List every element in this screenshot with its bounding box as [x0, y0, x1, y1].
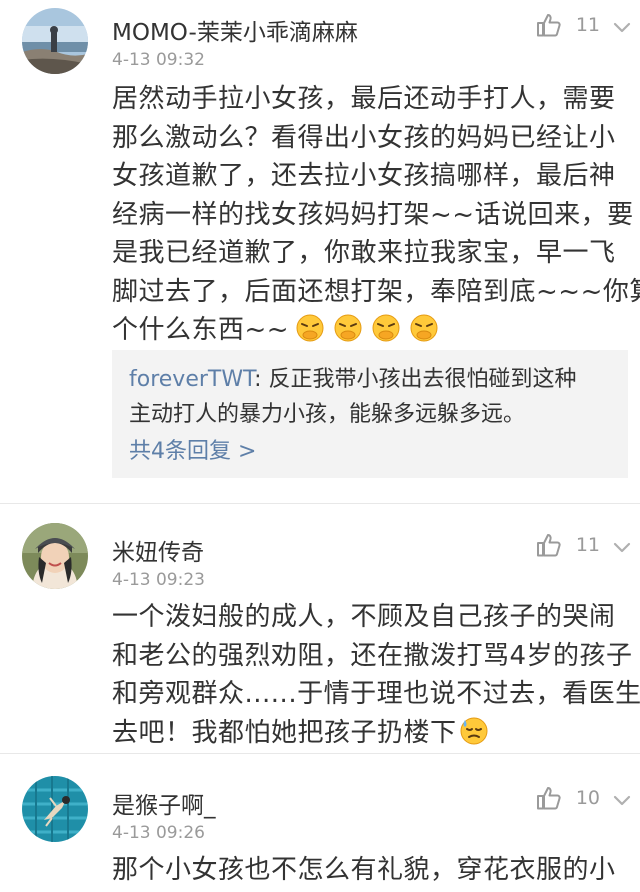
- comment-line: 和老公的强烈劝阻，还在撒泼打骂4岁的孩子: [112, 640, 633, 671]
- comment-line: 是我已经道歉了，你敢来拉我家宝，早一飞: [112, 238, 616, 268]
- reply-text: foreverTWT: 反正我带小孩出去很怕碰到这种 主动打人的暴力小孩，能躲多…: [129, 362, 577, 432]
- comment-line: 个什么东西~~: [112, 315, 290, 345]
- chevron-down-icon[interactable]: [612, 540, 632, 554]
- avatar[interactable]: [22, 523, 88, 589]
- timestamp: 4-13 09:23: [112, 570, 205, 590]
- thumbs-up-icon: [536, 785, 562, 811]
- comment-line-with-emoji: 去吧！我都怕她把孩子扔楼下: [112, 714, 624, 753]
- timestamp: 4-13 09:32: [112, 50, 205, 70]
- comment-line: 脚过去了，后面还想打架，奉陪到底~~~你算: [112, 276, 640, 307]
- comment-line: 经病一样的找女孩妈妈打架~~话说回来，要: [112, 199, 634, 230]
- comment-item: 米妞传奇 4-13 09:23 11 一个泼妇般的成人，不顾及自己孩子的哭闹 和…: [0, 504, 640, 754]
- comment-line: 居然动手拉小女孩，最后还动手打人，需要: [112, 84, 616, 114]
- avatar[interactable]: [22, 8, 88, 74]
- reply-username[interactable]: foreverTWT: [129, 367, 254, 392]
- like-count: 11: [575, 14, 600, 36]
- reply-line: foreverTWT: 反正我带小孩出去很怕碰到这种: [129, 362, 577, 397]
- comment-text: 一个泼妇般的成人，不顾及自己孩子的哭闹 和老公的强烈劝阻，还在撒泼打骂4岁的孩子…: [112, 598, 640, 753]
- comment-text: 那个小女孩也不怎么有礼貌，穿花衣服的小: [112, 851, 624, 890]
- angry-covering-mouth-emoji: [333, 313, 363, 343]
- chevron-down-icon[interactable]: [612, 20, 632, 34]
- username[interactable]: MOMO-茉茉小乖滴麻麻: [112, 13, 358, 47]
- angry-covering-mouth-emoji: [371, 313, 401, 343]
- like-button[interactable]: 10: [536, 785, 600, 811]
- comment-text: 居然动手拉小女孩，最后还动手打人，需要 那么激动么？看得出小女孩的妈妈已经让小 …: [112, 80, 640, 350]
- avatar[interactable]: [22, 776, 88, 842]
- username[interactable]: 米妞传奇: [112, 533, 204, 567]
- angry-covering-mouth-emoji: [409, 313, 439, 343]
- view-replies-link[interactable]: 共4条回复 >: [129, 433, 256, 465]
- like-count: 11: [575, 534, 600, 556]
- comment-item: MOMO-茉茉小乖滴麻麻 4-13 09:32 11 居然动手拉小女孩，最后还动…: [0, 0, 640, 504]
- chevron-down-icon[interactable]: [612, 793, 632, 807]
- angry-covering-mouth-emoji: [295, 313, 325, 343]
- comment-line: 那个小女孩也不怎么有礼貌，穿花衣服的小: [112, 855, 616, 885]
- timestamp: 4-13 09:26: [112, 823, 205, 843]
- reply-content: 主动打人的暴力小孩，能躲多远躲多远。: [129, 402, 526, 427]
- comment-line-with-emoji: 个什么东西~~: [112, 311, 624, 350]
- username[interactable]: 是猴子啊_: [112, 786, 216, 820]
- comment-line: 那么激动么？看得出小女孩的妈妈已经让小: [112, 122, 616, 153]
- reply-preview[interactable]: foreverTWT: 反正我带小孩出去很怕碰到这种 主动打人的暴力小孩，能躲多…: [112, 350, 628, 478]
- thumbs-up-icon: [536, 12, 562, 38]
- like-count: 10: [575, 787, 600, 809]
- comment-line: 和旁观群众......于情于理也说不过去，看医生: [112, 679, 640, 709]
- like-button[interactable]: 11: [536, 12, 600, 38]
- comment-line: 女孩道歉了，还去拉小女孩搞哪样，最后神: [112, 161, 616, 191]
- thumbs-up-icon: [536, 532, 562, 558]
- like-button[interactable]: 11: [536, 532, 600, 558]
- sweat-face-emoji: [459, 716, 489, 746]
- comment-item: 是猴子啊_ 4-13 09:26 10 那个小女孩也不怎么有礼貌，穿花衣服的小: [0, 754, 640, 892]
- comment-line: 一个泼妇般的成人，不顾及自己孩子的哭闹: [112, 602, 616, 632]
- comment-line: 去吧！我都怕她把孩子扔楼下: [112, 717, 457, 748]
- reply-content: 反正我带小孩出去很怕碰到这种: [268, 367, 577, 392]
- reply-separator: :: [254, 367, 269, 392]
